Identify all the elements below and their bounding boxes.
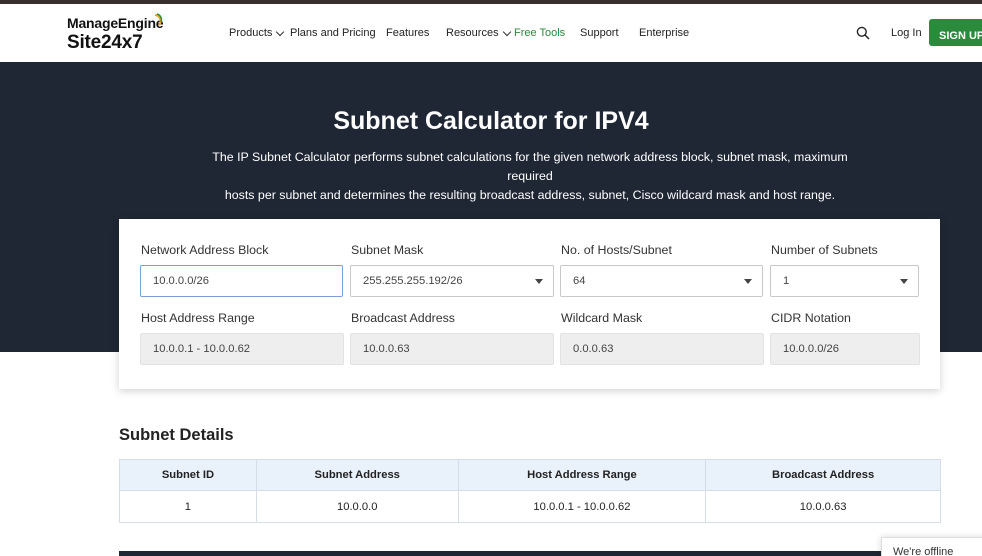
nav-item-features[interactable]: Features	[386, 27, 429, 39]
logo-arc-icon	[154, 13, 163, 26]
wildcard-mask-label: Wildcard Mask	[561, 311, 643, 325]
nav-item-free-tools[interactable]: Free Tools	[514, 27, 565, 39]
brand-line1: ManageEngine	[67, 15, 164, 31]
nav-item-label: Resources	[446, 27, 499, 39]
description-line1: The IP Subnet Calculator performs subnet…	[212, 150, 848, 183]
number-of-subnets-value: 1	[783, 275, 790, 287]
subnet-details-title: Subnet Details	[119, 426, 234, 444]
brand-logo[interactable]: ManageEngine Site24x7	[67, 13, 164, 53]
top-nav: ManageEngine Site24x7 Products Plans and…	[0, 4, 982, 62]
host-range-label: Host Address Range	[141, 311, 255, 325]
hosts-per-subnet-label: No. of Hosts/Subnet	[561, 243, 672, 257]
page-description: The IP Subnet Calculator performs subnet…	[200, 148, 860, 205]
cidr-notation-label: CIDR Notation	[771, 311, 851, 325]
hosts-per-subnet-value: 64	[573, 275, 586, 287]
hosts-per-subnet-select[interactable]: 64	[560, 265, 763, 297]
column-header-subnet-address: Subnet Address	[255, 459, 459, 491]
signup-button[interactable]: SIGN UP	[929, 19, 982, 46]
subnet-mask-select[interactable]: 255.255.255.192/26	[350, 265, 554, 297]
subnet-mask-value: 255.255.255.192/26	[363, 275, 463, 287]
nav-item-plans[interactable]: Plans and Pricing	[290, 27, 376, 39]
table-header-row: Subnet ID Subnet Address Host Address Ra…	[119, 459, 941, 491]
cell-subnet-id: 1	[119, 490, 257, 523]
nav-item-support[interactable]: Support	[580, 27, 619, 39]
chevron-down-icon	[502, 27, 511, 37]
wildcard-mask-field: 0.0.0.63	[560, 333, 764, 365]
login-link[interactable]: Log In	[891, 27, 922, 39]
subnet-details-table: Subnet ID Subnet Address Host Address Ra…	[119, 459, 941, 523]
number-of-subnets-label: Number of Subnets	[771, 243, 878, 257]
description-line2: hosts per subnet and determines the resu…	[224, 188, 836, 202]
caret-down-icon	[535, 279, 543, 284]
number-of-subnets-select[interactable]: 1	[770, 265, 919, 297]
cell-subnet-address: 10.0.0.0	[255, 490, 459, 523]
cell-host-range: 10.0.0.1 - 10.0.0.62	[457, 490, 707, 523]
page-title: Subnet Calculator for IPV4	[333, 107, 649, 135]
chat-status-widget[interactable]: We're offline	[881, 537, 982, 556]
nav-item-products[interactable]: Products	[229, 27, 285, 39]
network-address-input[interactable]	[140, 265, 343, 297]
column-header-host-range: Host Address Range	[457, 459, 707, 491]
brand-line2: Site24x7	[67, 32, 143, 53]
subnet-mask-label: Subnet Mask	[351, 243, 424, 257]
cell-broadcast-address: 10.0.0.63	[705, 490, 941, 523]
footer-band	[119, 551, 941, 556]
column-header-broadcast-address: Broadcast Address	[705, 459, 941, 491]
nav-item-enterprise[interactable]: Enterprise	[639, 27, 689, 39]
nav-item-label: Products	[229, 27, 273, 39]
chevron-down-icon	[276, 27, 285, 37]
caret-down-icon	[900, 279, 908, 284]
nav-item-resources[interactable]: Resources	[446, 27, 511, 39]
search-icon[interactable]	[856, 26, 870, 40]
cidr-notation-field: 10.0.0.0/26	[770, 333, 920, 365]
host-range-field: 10.0.0.1 - 10.0.0.62	[140, 333, 344, 365]
table-row: 1 10.0.0.0 10.0.0.1 - 10.0.0.62 10.0.0.6…	[119, 490, 941, 523]
broadcast-address-label: Broadcast Address	[351, 311, 456, 325]
network-address-label: Network Address Block	[141, 243, 269, 257]
caret-down-icon	[744, 279, 752, 284]
column-header-subnet-id: Subnet ID	[119, 459, 257, 491]
calculator-card: Network Address Block Subnet Mask 255.25…	[119, 219, 940, 389]
broadcast-address-field: 10.0.0.63	[350, 333, 554, 365]
